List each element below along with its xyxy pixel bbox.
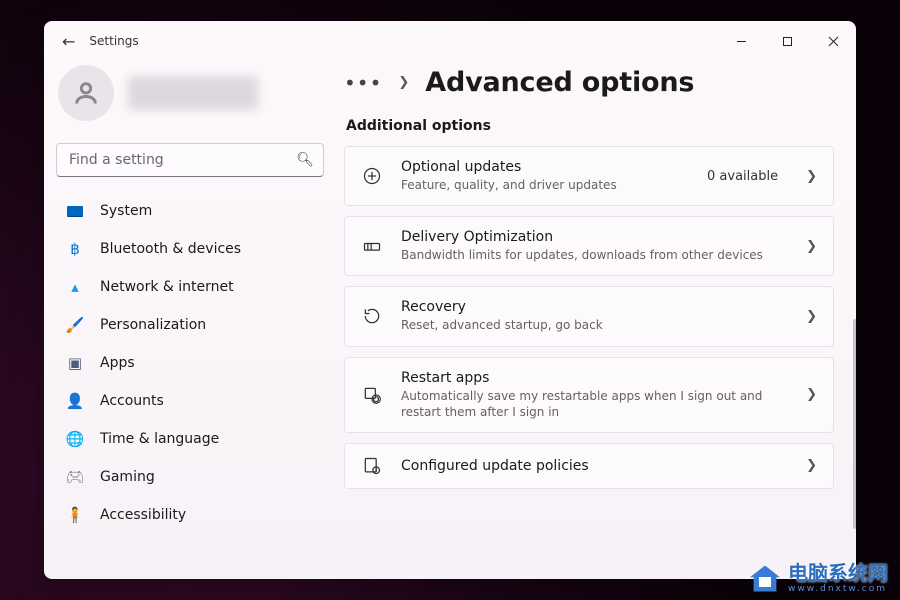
profile-name-redacted xyxy=(128,76,258,110)
chevron-right-icon: ❯ xyxy=(806,458,817,473)
breadcrumb-overflow-button[interactable]: ••• xyxy=(344,71,382,95)
breadcrumb: ••• ❯ Advanced options xyxy=(344,67,834,98)
sidebar-item-apps[interactable]: ▣ Apps xyxy=(54,345,326,381)
paintbrush-icon: 🖌️ xyxy=(66,316,84,334)
card-body: Delivery Optimization Bandwidth limits f… xyxy=(401,229,778,263)
chevron-right-icon: ❯ xyxy=(806,239,817,254)
card-subtitle: Bandwidth limits for updates, downloads … xyxy=(401,247,778,263)
sidebar-item-label: Apps xyxy=(100,355,135,371)
maximize-button[interactable] xyxy=(764,21,810,61)
sidebar: 🔍︎ System ฿︎ Bluetooth & devices ▴ Netwo… xyxy=(44,61,336,579)
globe-clock-icon: 🌐 xyxy=(66,430,84,448)
card-title: Recovery xyxy=(401,299,778,315)
card-body: Optional updates Feature, quality, and d… xyxy=(401,159,689,193)
sidebar-item-label: System xyxy=(100,203,152,219)
sidebar-item-accounts[interactable]: 👤 Accounts xyxy=(54,383,326,419)
sidebar-item-personalization[interactable]: 🖌️ Personalization xyxy=(54,307,326,343)
sidebar-item-network[interactable]: ▴ Network & internet xyxy=(54,269,326,305)
sidebar-item-label: Gaming xyxy=(100,469,155,485)
accounts-icon: 👤 xyxy=(66,392,84,410)
chevron-right-icon: ❯ xyxy=(398,75,409,90)
search-input[interactable] xyxy=(56,143,324,177)
card-body: Configured update policies xyxy=(401,458,778,474)
card-subtitle: Feature, quality, and driver updates xyxy=(401,177,689,193)
sidebar-item-label: Personalization xyxy=(100,317,206,333)
search-wrap: 🔍︎ xyxy=(56,143,324,177)
card-configured-policies[interactable]: Configured update policies ❯ xyxy=(344,443,834,489)
recovery-icon xyxy=(361,306,383,326)
card-title: Restart apps xyxy=(401,370,778,386)
main-content: ••• ❯ Advanced options Additional option… xyxy=(336,61,856,579)
window-body: 🔍︎ System ฿︎ Bluetooth & devices ▴ Netwo… xyxy=(44,61,856,579)
chevron-right-icon: ❯ xyxy=(806,387,817,402)
card-body: Restart apps Automatically save my resta… xyxy=(401,370,778,420)
sidebar-item-gaming[interactable]: 🎮︎ Gaming xyxy=(54,459,326,495)
card-title: Optional updates xyxy=(401,159,689,175)
wifi-icon: ▴ xyxy=(66,278,84,296)
watermark: 电脑系统网 www.dnxtw.com xyxy=(750,563,888,594)
sidebar-item-label: Accounts xyxy=(100,393,164,409)
card-aux-text: 0 available xyxy=(707,169,778,184)
watermark-text: 电脑系统网 xyxy=(788,563,888,583)
card-subtitle: Reset, advanced startup, go back xyxy=(401,317,778,333)
sidebar-item-system[interactable]: System xyxy=(54,193,326,229)
apps-icon: ▣ xyxy=(66,354,84,372)
sidebar-item-label: Network & internet xyxy=(100,279,234,295)
house-icon xyxy=(750,566,780,592)
settings-window: ← Settings 🔍︎ xyxy=(44,21,856,579)
profile-block[interactable] xyxy=(54,61,326,139)
window-title: Settings xyxy=(89,34,138,48)
section-heading: Additional options xyxy=(346,118,834,134)
card-optional-updates[interactable]: Optional updates Feature, quality, and d… xyxy=(344,146,834,206)
sidebar-item-accessibility[interactable]: 🧍 Accessibility xyxy=(54,497,326,533)
card-recovery[interactable]: Recovery Reset, advanced startup, go bac… xyxy=(344,286,834,346)
restart-apps-icon xyxy=(361,385,383,405)
gamepad-icon: 🎮︎ xyxy=(66,468,84,486)
window-controls xyxy=(718,21,856,61)
avatar xyxy=(58,65,114,121)
chevron-right-icon: ❯ xyxy=(806,169,817,184)
accessibility-icon: 🧍 xyxy=(66,506,84,524)
back-button[interactable]: ← xyxy=(62,32,89,51)
bluetooth-icon: ฿︎ xyxy=(66,240,84,258)
chevron-right-icon: ❯ xyxy=(806,309,817,324)
sidebar-nav: System ฿︎ Bluetooth & devices ▴ Network … xyxy=(54,193,326,533)
minimize-button[interactable] xyxy=(718,21,764,61)
sidebar-item-bluetooth[interactable]: ฿︎ Bluetooth & devices xyxy=(54,231,326,267)
card-delivery-optimization[interactable]: Delivery Optimization Bandwidth limits f… xyxy=(344,216,834,276)
card-title: Configured update policies xyxy=(401,458,778,474)
policy-icon xyxy=(361,456,383,476)
delivery-icon xyxy=(361,236,383,256)
watermark-url: www.dnxtw.com xyxy=(788,585,888,594)
card-subtitle: Automatically save my restartable apps w… xyxy=(401,388,778,420)
titlebar: ← Settings xyxy=(44,21,856,61)
sidebar-item-label: Accessibility xyxy=(100,507,186,523)
system-icon xyxy=(66,202,84,220)
page-title: Advanced options xyxy=(425,67,694,98)
sidebar-item-label: Time & language xyxy=(100,431,219,447)
scrollbar-thumb[interactable] xyxy=(853,319,856,529)
card-restart-apps[interactable]: Restart apps Automatically save my resta… xyxy=(344,357,834,433)
sidebar-item-label: Bluetooth & devices xyxy=(100,241,241,257)
close-button[interactable] xyxy=(810,21,856,61)
card-body: Recovery Reset, advanced startup, go bac… xyxy=(401,299,778,333)
card-title: Delivery Optimization xyxy=(401,229,778,245)
sidebar-item-time-language[interactable]: 🌐 Time & language xyxy=(54,421,326,457)
plus-circle-icon xyxy=(361,166,383,186)
